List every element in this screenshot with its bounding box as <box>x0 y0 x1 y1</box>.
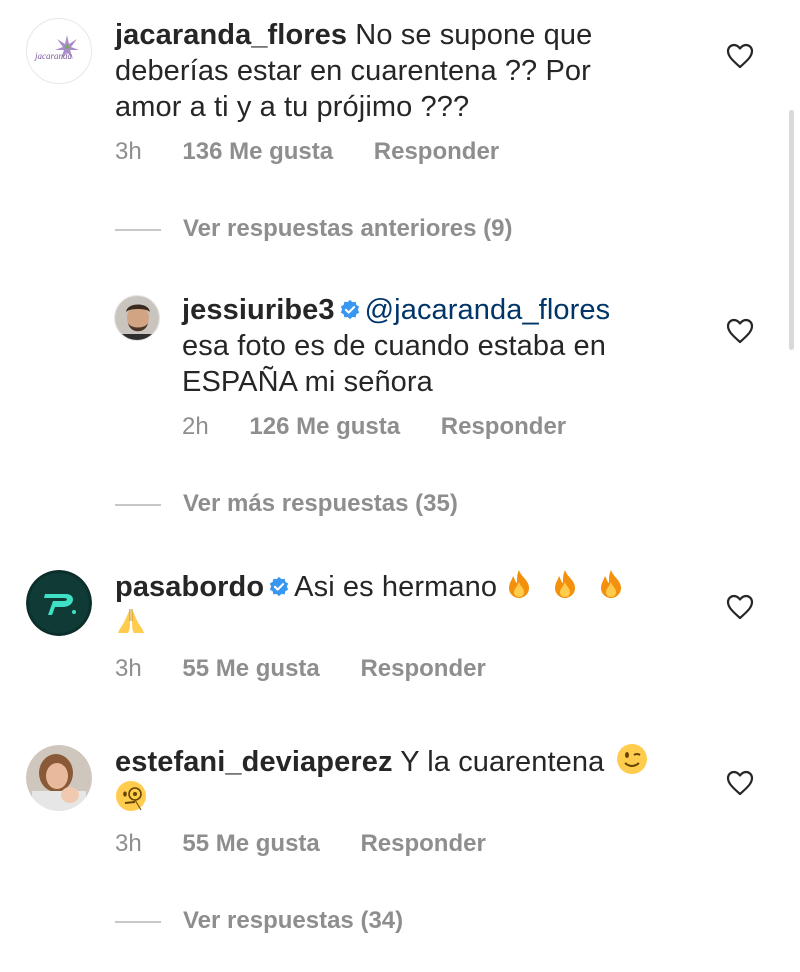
likes-count[interactable]: 136 Me gusta <box>182 138 333 165</box>
avatar[interactable] <box>26 570 92 636</box>
view-more-replies-label: Ver más respuestas (35) <box>183 490 458 517</box>
fire-emoji <box>509 570 530 598</box>
comment-meta: 3h 55 Me gusta Responder <box>115 655 520 683</box>
comment-text: pasabordo Asi es hermano <box>115 568 675 642</box>
view-replies[interactable]: Ver respuestas (34) <box>115 907 403 935</box>
divider <box>115 920 161 923</box>
comment-meta: 3h 136 Me gusta Responder <box>115 138 533 166</box>
comment-body-line2: deberías estar en cuarentena ?? Por <box>115 55 591 87</box>
username[interactable]: jacaranda_flores <box>115 19 347 51</box>
username[interactable]: jessiuribe3 <box>182 294 335 326</box>
reply-body-line3: ESPAÑA mi señora <box>182 366 433 398</box>
comment-text: jacaranda_flores No se supone que deberí… <box>115 17 715 125</box>
comment-estefani: estefani_deviaperez Y la cuarentena 3h 5… <box>0 735 800 875</box>
reply-body-line2: esa foto es de cuando estaba en <box>182 330 606 362</box>
comment-body-line1: No se supone que <box>355 19 593 51</box>
likes-count[interactable]: 55 Me gusta <box>182 830 319 857</box>
fire-emoji <box>601 570 622 598</box>
heart-icon[interactable] <box>726 318 754 344</box>
avatar[interactable]: jacaranda <box>26 18 92 84</box>
winking-face-emoji <box>617 744 648 774</box>
reply-button[interactable]: Responder <box>360 830 485 857</box>
reply-button[interactable]: Responder <box>360 655 485 682</box>
divider <box>115 228 161 231</box>
username[interactable]: estefani_deviaperez <box>115 746 393 778</box>
comment-meta: 3h 55 Me gusta Responder <box>115 830 520 858</box>
timestamp[interactable]: 3h <box>115 655 142 682</box>
divider <box>115 503 161 506</box>
verified-badge-icon <box>340 299 359 320</box>
username[interactable]: pasabordo <box>115 571 264 603</box>
reply-text: jessiuribe3 @jacaranda_flores esa foto es… <box>182 292 702 400</box>
comment-text: estefani_deviaperez Y la cuarentena <box>115 743 715 817</box>
heart-icon[interactable] <box>726 43 754 69</box>
comment-body-line1: Asi es hermano <box>294 571 498 603</box>
reply-button[interactable]: Responder <box>374 138 499 165</box>
verified-badge-icon <box>269 576 289 597</box>
mention-link[interactable]: @jacaranda_flores <box>365 294 611 326</box>
avatar[interactable] <box>114 295 160 341</box>
timestamp[interactable]: 3h <box>115 830 142 857</box>
comment-body-line1: Y la cuarentena <box>400 746 605 778</box>
timestamp[interactable]: 3h <box>115 138 142 165</box>
scrollbar[interactable] <box>789 110 794 350</box>
view-previous-replies[interactable]: Ver respuestas anteriores (9) <box>115 215 513 243</box>
heart-icon[interactable] <box>726 770 754 796</box>
comment-body-line3: amor a ti y a tu prójimo ??? <box>115 91 470 123</box>
reply-meta: 2h 126 Me gusta Responder <box>182 413 600 441</box>
folded-hands-emoji <box>118 609 144 633</box>
face-with-monocle-emoji <box>116 781 146 811</box>
fire-emoji <box>555 570 576 598</box>
reply-button[interactable]: Responder <box>441 413 566 440</box>
avatar-logo-text: jacaranda <box>34 51 72 61</box>
timestamp[interactable]: 2h <box>182 413 209 440</box>
likes-count[interactable]: 126 Me gusta <box>249 413 400 440</box>
view-more-replies[interactable]: Ver más respuestas (35) <box>115 490 458 518</box>
comment-pasabordo: pasabordo Asi es hermano 3h 55 Me gusta R… <box>0 560 800 700</box>
comment-jacaranda: jacaranda jacaranda_flores No se supone … <box>0 0 800 190</box>
reply-jessiuribe3: jessiuribe3 @jacaranda_flores esa foto es… <box>0 280 800 450</box>
heart-icon[interactable] <box>726 594 754 620</box>
likes-count[interactable]: 55 Me gusta <box>182 655 319 682</box>
view-previous-replies-label: Ver respuestas anteriores (9) <box>183 215 513 242</box>
avatar[interactable] <box>26 745 92 811</box>
view-replies-label: Ver respuestas (34) <box>183 907 404 934</box>
